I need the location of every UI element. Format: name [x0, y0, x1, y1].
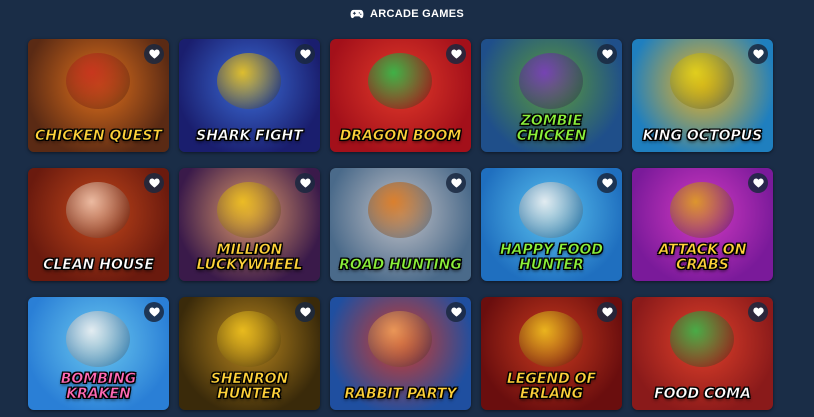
heart-icon	[752, 307, 764, 317]
game-tile-shark-fight[interactable]: SHARK FIGHT	[179, 39, 320, 152]
favorite-button[interactable]	[144, 302, 164, 322]
game-title: CHICKEN QUEST	[35, 128, 163, 144]
section-title: ARCADE GAMES	[369, 8, 465, 20]
game-title: SHENRON HUNTER	[210, 371, 289, 402]
game-tile-happy-food-hunter[interactable]: HAPPY FOOD HUNTER	[481, 168, 622, 281]
game-title: FOOD COMA	[654, 386, 751, 402]
game-tile-rabbit-party[interactable]: Rabbit Party	[330, 297, 471, 410]
favorite-button[interactable]	[295, 44, 315, 64]
heart-icon	[601, 307, 613, 317]
game-character	[217, 53, 281, 109]
heart-icon	[450, 49, 462, 59]
heart-icon	[148, 49, 160, 59]
heart-icon	[450, 178, 462, 188]
favorite-button[interactable]	[144, 173, 164, 193]
favorite-button[interactable]	[295, 173, 315, 193]
favorite-button[interactable]	[748, 173, 768, 193]
favorite-button[interactable]	[597, 302, 617, 322]
game-character	[66, 53, 130, 109]
game-character	[368, 53, 432, 109]
game-character	[670, 311, 734, 367]
game-tile-legend-of-erlang[interactable]: LEGEND OF ERLANG	[481, 297, 622, 410]
game-title: CLEAN HOUSE	[43, 257, 154, 273]
game-character	[368, 311, 432, 367]
favorite-button[interactable]	[446, 173, 466, 193]
favorite-button[interactable]	[748, 44, 768, 64]
heart-icon	[299, 307, 311, 317]
favorite-button[interactable]	[446, 44, 466, 64]
game-tile-shenron-hunter[interactable]: SHENRON HUNTER	[179, 297, 320, 410]
game-character	[519, 311, 583, 367]
game-character	[519, 53, 583, 109]
game-title: HAPPY FOOD HUNTER	[499, 242, 604, 273]
heart-icon	[299, 49, 311, 59]
game-title: BOMBING KRAKEN	[60, 371, 137, 402]
heart-icon	[752, 49, 764, 59]
game-title: KING OCTOPUS	[642, 128, 763, 144]
game-title: Rabbit Party	[344, 386, 457, 402]
game-title: ZOMBIE CHICKEN	[516, 113, 587, 144]
game-tile-food-coma[interactable]: FOOD COMA	[632, 297, 773, 410]
game-title: MILLION LUCKYWHEEL	[196, 242, 303, 273]
game-character	[217, 182, 281, 238]
section-header: ARCADE GAMES	[0, 0, 814, 28]
favorite-button[interactable]	[748, 302, 768, 322]
game-character	[670, 182, 734, 238]
game-title: LEGEND OF ERLANG	[506, 371, 597, 402]
favorite-button[interactable]	[295, 302, 315, 322]
game-tile-road-hunting[interactable]: ROAD HUNTING	[330, 168, 471, 281]
game-tile-chicken-quest[interactable]: CHICKEN QUEST	[28, 39, 169, 152]
game-character	[368, 182, 432, 238]
game-character	[66, 182, 130, 238]
heart-icon	[148, 307, 160, 317]
favorite-button[interactable]	[446, 302, 466, 322]
game-tile-attack-on-crabs[interactable]: Attack on Crabs	[632, 168, 773, 281]
game-title: SHARK FIGHT	[196, 128, 303, 144]
game-title: ROAD HUNTING	[339, 257, 462, 273]
game-tile-dragon-boom[interactable]: DRAGON BOOM	[330, 39, 471, 152]
game-character	[670, 53, 734, 109]
favorite-button[interactable]	[597, 44, 617, 64]
game-tile-zombie-chicken[interactable]: ZOMBIE CHICKEN	[481, 39, 622, 152]
game-character	[519, 182, 583, 238]
heart-icon	[148, 178, 160, 188]
heart-icon	[299, 178, 311, 188]
heart-icon	[601, 178, 613, 188]
gamepad-icon	[350, 9, 364, 19]
game-character	[66, 311, 130, 367]
game-tile-bombing-kraken[interactable]: BOMBING KRAKEN	[28, 297, 169, 410]
game-tile-king-octopus[interactable]: KING OCTOPUS	[632, 39, 773, 152]
heart-icon	[601, 49, 613, 59]
game-tile-clean-house[interactable]: CLEAN HOUSE	[28, 168, 169, 281]
game-tile-million-luckywheel[interactable]: MILLION LUCKYWHEEL	[179, 168, 320, 281]
favorite-button[interactable]	[144, 44, 164, 64]
game-character	[217, 311, 281, 367]
game-grid: CHICKEN QUEST SHARK FIGHT DRAGON BOOM ZOMBI…	[28, 39, 776, 410]
heart-icon	[752, 178, 764, 188]
heart-icon	[450, 307, 462, 317]
game-title: DRAGON BOOM	[339, 128, 462, 144]
game-title: Attack on Crabs	[658, 242, 747, 273]
favorite-button[interactable]	[597, 173, 617, 193]
